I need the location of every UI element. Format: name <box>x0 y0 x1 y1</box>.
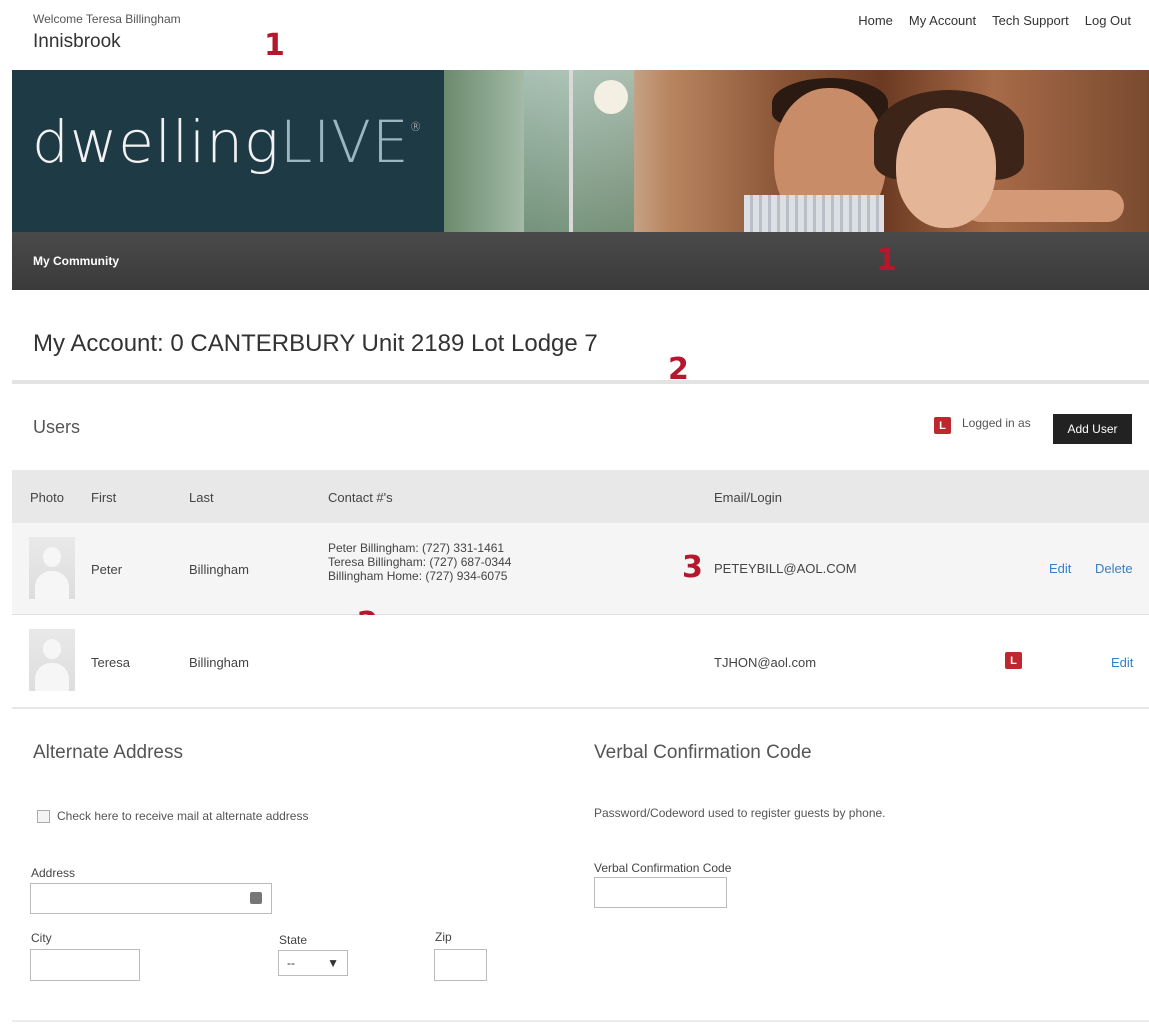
contact-line: Billingham Home: (727) 934-6075 <box>328 569 508 583</box>
divider <box>12 380 1149 384</box>
annotation-marker: 3 <box>682 550 703 585</box>
zip-input[interactable] <box>434 949 487 981</box>
column-header-last: Last <box>189 490 214 505</box>
zip-label: Zip <box>435 930 452 944</box>
photo-person-shirt <box>744 195 884 232</box>
contact-line: Teresa Billingham: (727) 687-0344 <box>328 555 512 569</box>
chevron-down-icon: ▼ <box>327 956 339 970</box>
user-email: TJHON@aol.com <box>714 655 817 670</box>
column-header-email: Email/Login <box>714 490 782 505</box>
avatar <box>29 537 75 599</box>
nav-log-out-link[interactable]: Log Out <box>1085 13 1131 28</box>
column-header-photo: Photo <box>30 490 64 505</box>
address-lookup-icon[interactable] <box>250 892 262 904</box>
welcome-text: Welcome Teresa Billingham <box>33 12 181 26</box>
user-email: PETEYBILL@AOL.COM <box>714 561 857 576</box>
alternate-address-checkbox[interactable] <box>37 810 50 823</box>
verbal-code-input[interactable] <box>594 877 727 908</box>
annotation-marker: 1 <box>876 243 897 278</box>
header-banner: dwellingLIVE® <box>12 70 1149 232</box>
user-first-name: Teresa <box>91 655 131 670</box>
top-navigation: Home My Account Tech Support Log Out <box>858 13 1131 28</box>
main-navbar: My Community <box>12 232 1149 290</box>
photo-person-face <box>896 108 996 228</box>
user-last-name: Billingham <box>189 655 249 670</box>
banner-photo <box>444 70 1149 232</box>
city-input[interactable] <box>30 949 140 981</box>
address-label: Address <box>31 866 76 880</box>
user-last-name: Billingham <box>189 562 249 577</box>
user-first-name: Peter <box>91 562 123 577</box>
city-label: City <box>31 931 52 945</box>
logged-in-badge: L <box>934 417 951 434</box>
logo-main-text: dwelling <box>32 108 280 176</box>
users-section-title: Users <box>33 417 81 437</box>
users-table-header <box>12 470 1149 523</box>
state-select[interactable]: -- ▼ <box>278 950 348 976</box>
add-user-button[interactable]: Add User <box>1053 414 1132 444</box>
divider <box>12 1020 1149 1022</box>
photo-lamp <box>594 80 628 114</box>
edit-user-link[interactable]: Edit <box>1049 561 1071 576</box>
table-row <box>12 523 1149 615</box>
delete-user-link[interactable]: Delete <box>1095 561 1133 576</box>
verbal-code-title: Verbal Confirmation Code <box>594 742 812 763</box>
edit-user-link[interactable]: Edit <box>1111 655 1133 670</box>
state-select-value: -- <box>287 956 295 970</box>
photo-window-divider <box>569 70 573 232</box>
column-header-first: First <box>91 490 117 505</box>
annotation-marker: 1 <box>264 28 285 63</box>
table-row <box>12 615 1149 709</box>
state-label: State <box>279 933 308 947</box>
verbal-code-description: Password/Codeword used to register guest… <box>594 806 886 820</box>
nav-my-account-link[interactable]: My Account <box>909 13 976 28</box>
nav-home-link[interactable]: Home <box>858 13 893 28</box>
page-title: My Account: 0 CANTERBURY Unit 2189 Lot L… <box>33 330 598 357</box>
dwelling-live-logo[interactable]: dwellingLIVE® <box>32 108 423 176</box>
verbal-code-label: Verbal Confirmation Code <box>594 861 732 875</box>
community-name: Innisbrook <box>33 31 121 52</box>
address-input[interactable] <box>30 883 272 914</box>
alternate-address-checkbox-label: Check here to receive mail at alternate … <box>57 809 309 823</box>
column-header-contacts: Contact #'s <box>328 490 393 505</box>
logo-accent-text: LIVE <box>279 108 410 176</box>
contact-line: Peter Billingham: (727) 331-1461 <box>328 541 505 555</box>
logo-registered-mark: ® <box>409 120 423 134</box>
nav-tech-support-link[interactable]: Tech Support <box>992 13 1069 28</box>
avatar <box>29 629 75 691</box>
logged-in-badge: L <box>1005 652 1022 669</box>
user-contacts: Peter Billingham: (727) 331-1461 Teresa … <box>328 541 511 583</box>
logo-panel: dwellingLIVE® <box>12 70 444 232</box>
nav-my-community[interactable]: My Community <box>33 254 119 268</box>
alternate-address-title: Alternate Address <box>33 742 183 763</box>
logged-in-legend: Logged in as <box>962 416 1031 430</box>
